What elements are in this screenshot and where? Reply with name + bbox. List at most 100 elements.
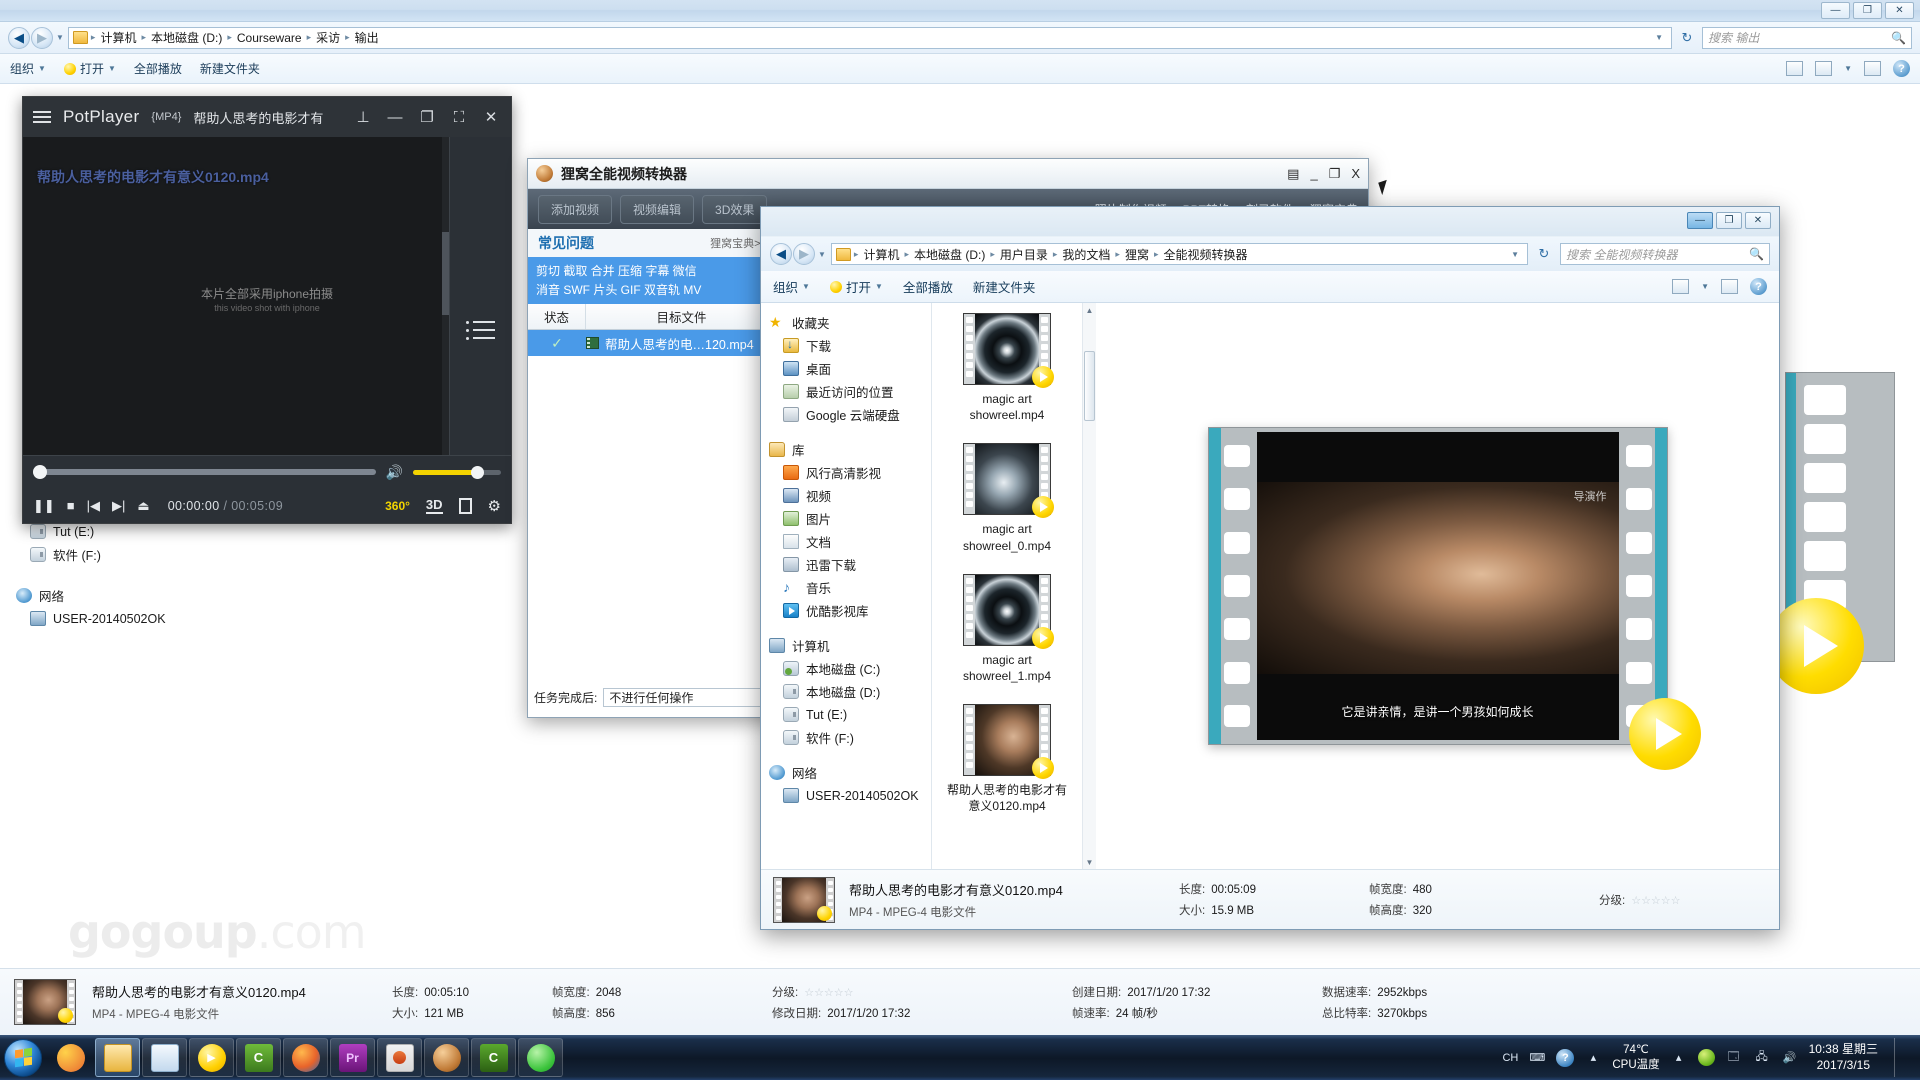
speaker-icon[interactable]: 🔊 — [386, 464, 403, 481]
volume-icon[interactable]: 🔊 — [1781, 1050, 1799, 1066]
preview-film-frame[interactable]: 导演作 它是讲亲情，是讲一个男孩如何成长 — [1207, 427, 1701, 770]
taskbar-item-file-explorer[interactable] — [95, 1038, 140, 1077]
play-all-button[interactable]: 全部播放 — [134, 60, 182, 77]
clock[interactable]: 10:38 星期三 2017/3/15 — [1809, 1042, 1878, 1073]
chevron-down-icon[interactable]: ▼ — [1701, 282, 1709, 291]
3d-button[interactable]: 3D — [425, 497, 443, 514]
list-item[interactable]: magic art showreel_1.mp4 — [932, 573, 1082, 684]
tab-video-edit[interactable]: 视频编辑 — [620, 194, 695, 224]
minimize-button[interactable]: _ — [1310, 166, 1317, 181]
view-layout-icon[interactable] — [1672, 279, 1690, 294]
cpu-temperature-indicator[interactable]: 74℃ CPU温度 — [1612, 1043, 1659, 1072]
keyboard-icon[interactable]: ⌨ — [1528, 1050, 1546, 1066]
menu-button[interactable]: ▤ — [1287, 166, 1299, 182]
table-row[interactable]: ✓ 帮助人思考的电…120.mp4 — [528, 330, 777, 357]
rating-stars[interactable]: ☆☆☆☆☆ — [804, 986, 853, 999]
nav-item-recent-places[interactable]: 最近访问的位置 — [769, 380, 931, 403]
menu-icon[interactable] — [33, 111, 51, 123]
close-button[interactable]: ✕ — [1745, 212, 1771, 229]
nav-group-network[interactable]: 网络 — [769, 761, 931, 784]
list-item[interactable]: magic art showreel_0.mp4 — [932, 443, 1082, 553]
taskbar-item-camtasia[interactable]: C — [236, 1038, 281, 1077]
show-hidden-icons-arrow[interactable]: ▴ — [1584, 1050, 1602, 1066]
scroll-up-icon[interactable]: ▲ — [1083, 303, 1096, 317]
tree-item-software-f[interactable]: 软件 (F:) — [14, 543, 274, 566]
volume-knob[interactable] — [471, 465, 485, 479]
chevron-down-icon[interactable]: ▼ — [1844, 64, 1852, 73]
refresh-icon[interactable]: ↻ — [1676, 27, 1698, 49]
back-button[interactable]: ◀ — [8, 26, 30, 49]
breadcrumb-item-4[interactable]: 输出 — [353, 29, 381, 46]
taskbar-item-notepad[interactable] — [142, 1038, 187, 1077]
inner-address-breadcrumb-field[interactable]: ▸ 计算机 ▸ 本地磁盘 (D:) ▸ 用户目录 ▸ 我的文档 ▸ 狸窝 ▸ 全… — [830, 243, 1528, 265]
ime-indicator[interactable]: CH — [1502, 1052, 1518, 1064]
minimize-button[interactable]: — — [1821, 2, 1850, 19]
restore-button[interactable]: ❐ — [1329, 166, 1341, 182]
nav-item-drive-f[interactable]: 软件 (F:) — [769, 726, 931, 749]
taskbar-item-potplayer[interactable]: ▶ — [189, 1038, 234, 1077]
recent-pages-icon[interactable]: ▼ — [56, 33, 64, 42]
file-list-scrollbar[interactable]: ▲ ▼ — [1082, 303, 1096, 869]
breadcrumb-item-2[interactable]: Courseware — [235, 31, 304, 45]
nav-item-videos[interactable]: 视频 — [769, 484, 931, 507]
nav-item-drive-c[interactable]: 本地磁盘 (C:) — [769, 657, 931, 680]
potplayer-video-area[interactable]: 帮助人思考的电影才有意义0120.mp4 本片全部采用iphone拍摄 this… — [23, 137, 511, 455]
chevron-up-icon[interactable]: ▴ — [1670, 1050, 1688, 1066]
open-button[interactable]: 打开 ▼ — [829, 277, 883, 296]
nav-item-desktop[interactable]: 桌面 — [769, 357, 931, 380]
security-shield-icon[interactable] — [1697, 1049, 1715, 1066]
close-button[interactable]: ✕ — [481, 108, 501, 126]
nav-item-documents[interactable]: 文档 — [769, 530, 931, 553]
taskbar-item-explorer-colorful[interactable] — [48, 1038, 93, 1077]
taskbar-item-camtasia-2[interactable]: C — [471, 1038, 516, 1077]
tree-item-user-pc[interactable]: USER-20140502OK — [14, 607, 274, 630]
close-button[interactable]: X — [1351, 166, 1360, 181]
eject-button[interactable]: ⏏ — [137, 498, 149, 514]
breadcrumb-item-3[interactable]: 我的文档 — [1060, 246, 1112, 263]
faq-more-link[interactable]: 狸窝宝典>> — [710, 235, 767, 251]
chevron-down-icon[interactable]: ▼ — [1507, 250, 1523, 259]
nav-item-music[interactable]: ♪ 音乐 — [769, 576, 931, 599]
play-all-button[interactable]: 全部播放 — [903, 277, 953, 296]
seek-slider[interactable] — [33, 465, 376, 479]
gear-icon[interactable]: ⚙ — [488, 497, 501, 515]
after-task-select[interactable]: 不进行任何操作 — [603, 687, 770, 707]
refresh-icon[interactable]: ↻ — [1533, 243, 1555, 265]
pause-button[interactable]: ❚❚ — [33, 498, 55, 514]
seek-knob[interactable] — [33, 465, 47, 479]
scroll-thumb[interactable] — [1084, 351, 1095, 421]
tree-item-network[interactable]: 网络 — [14, 584, 274, 607]
organize-button[interactable]: 组织 ▼ — [773, 277, 810, 296]
fullscreen-icon[interactable]: ⛶ — [449, 109, 469, 126]
breadcrumb-item-5[interactable]: 全能视频转换器 — [1162, 246, 1250, 263]
nav-group-computer[interactable]: 计算机 — [769, 634, 931, 657]
minimize-button[interactable]: — — [385, 109, 405, 126]
outer-search-input[interactable]: 搜索 输出 🔍 — [1702, 26, 1912, 49]
taskbar-item-wechat[interactable] — [518, 1038, 563, 1077]
nav-item-drive-d[interactable]: 本地磁盘 (D:) — [769, 680, 931, 703]
restore-button[interactable]: ❐ — [1716, 212, 1742, 229]
subtitle-icon[interactable] — [458, 497, 472, 514]
tab-3d-effect[interactable]: 3D效果 — [702, 194, 768, 224]
restore-button[interactable]: ❐ — [1853, 2, 1882, 19]
maximize-button[interactable]: ❐ — [417, 108, 437, 126]
preview-play-button[interactable] — [1628, 698, 1701, 770]
breadcrumb-item-1[interactable]: 本地磁盘 (D:) — [912, 246, 987, 263]
forward-button[interactable]: ▶ — [31, 26, 53, 49]
pin-icon[interactable]: ⊥ — [353, 108, 373, 126]
breadcrumb-item-0[interactable]: 计算机 — [98, 29, 138, 46]
nav-item-pictures[interactable]: 图片 — [769, 507, 931, 530]
nav-group-favorites[interactable]: ★ 收藏夹 — [769, 311, 931, 334]
breadcrumb-item-0[interactable]: 计算机 — [861, 246, 901, 263]
nav-item-google-drive[interactable]: Google 云端硬盘 — [769, 403, 931, 426]
preview-pane-icon[interactable] — [1721, 279, 1738, 294]
open-button[interactable]: 打开 ▼ — [63, 60, 116, 77]
close-button[interactable]: ✕ — [1885, 2, 1914, 19]
preview-pane-icon[interactable] — [1864, 61, 1881, 76]
vr-360-button[interactable]: 360° — [385, 499, 410, 513]
potplayer-scrollbar[interactable] — [442, 137, 449, 455]
view-layout-icon[interactable] — [1815, 61, 1833, 76]
start-button[interactable] — [4, 1038, 42, 1077]
next-button[interactable]: ▶| — [112, 498, 125, 514]
address-breadcrumb-field[interactable]: ▸ 计算机 ▸ 本地磁盘 (D:) ▸ Courseware ▸ 采访 ▸ 输出… — [67, 26, 1672, 49]
